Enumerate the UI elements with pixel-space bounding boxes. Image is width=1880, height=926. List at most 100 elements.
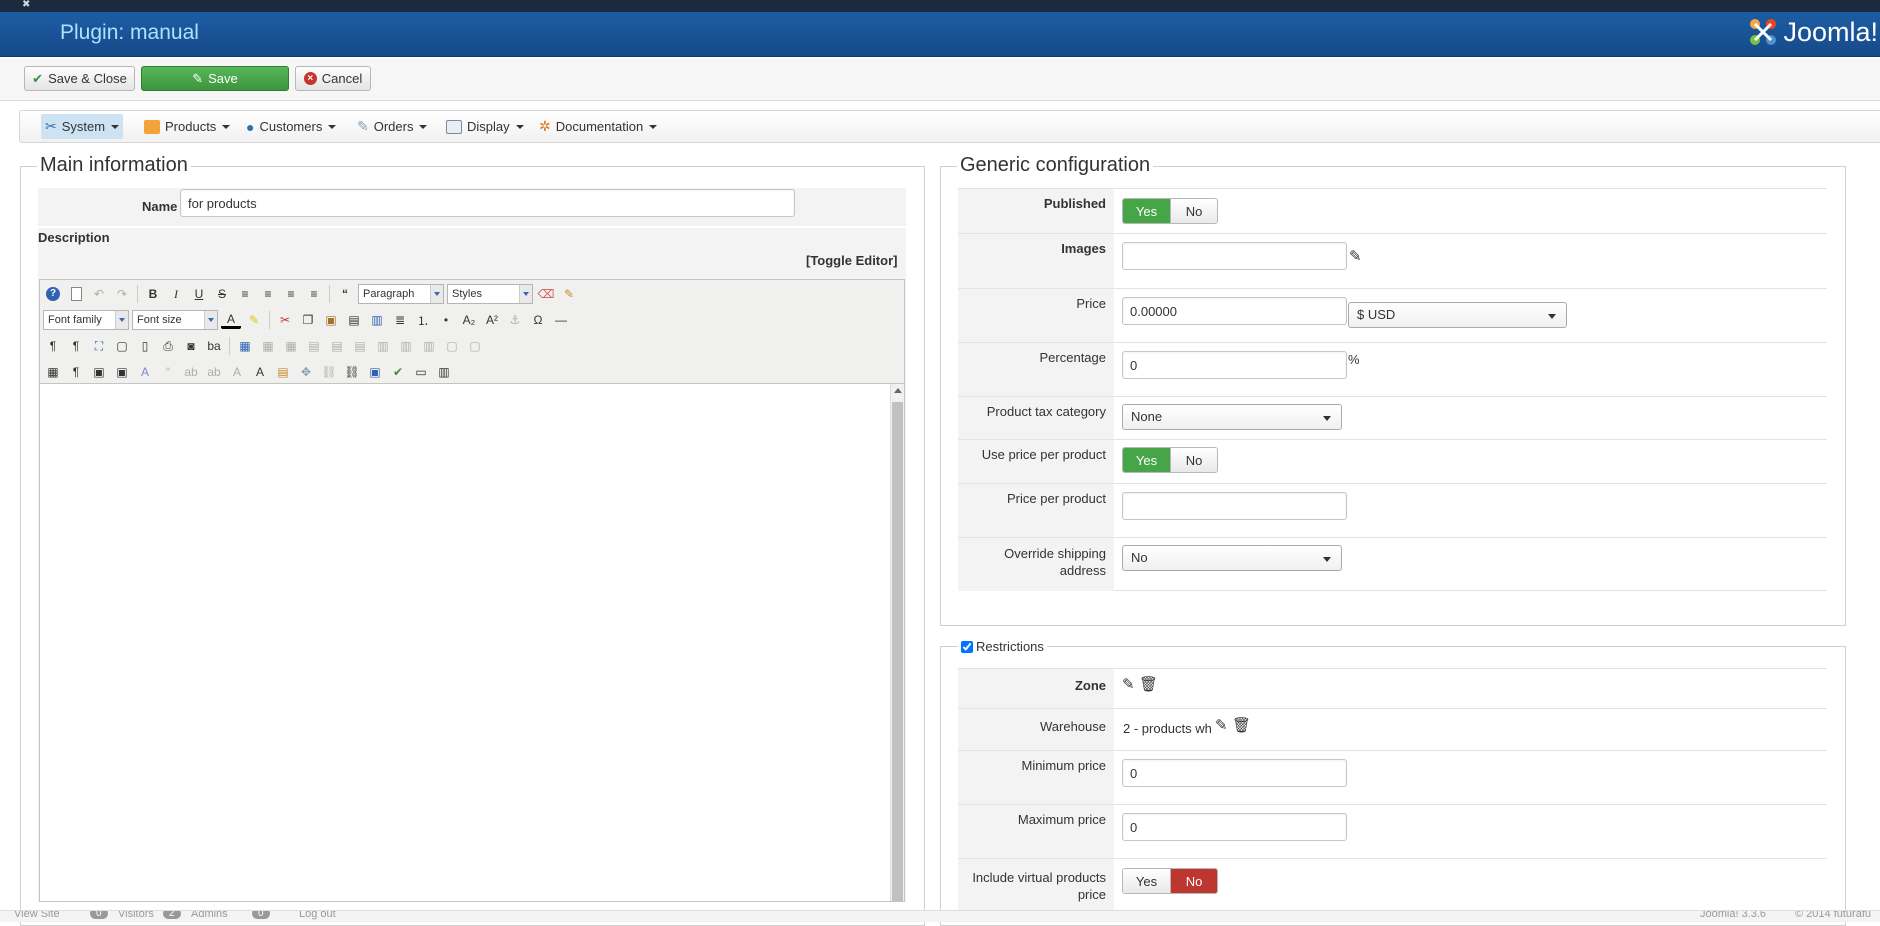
split-cells-icon[interactable]: ▢: [442, 336, 462, 356]
anchor-icon[interactable]: ⚓: [505, 310, 525, 330]
fullscreen-icon[interactable]: ⛶: [89, 336, 109, 356]
menu-products[interactable]: Products: [140, 114, 234, 139]
print-icon[interactable]: ⎙: [158, 336, 178, 356]
italic-icon[interactable]: I: [166, 284, 186, 304]
copy-icon[interactable]: ❐: [298, 310, 318, 330]
edit-pencil-icon[interactable]: ✎: [1349, 247, 1362, 265]
code-icon[interactable]: ▯: [135, 336, 155, 356]
override-shipping-select[interactable]: No: [1122, 545, 1342, 571]
include-virtual-yes-button[interactable]: Yes: [1123, 869, 1170, 893]
warehouse-trash-icon[interactable]: 🗑: [1232, 716, 1251, 734]
align-left-icon[interactable]: ≡: [281, 284, 301, 304]
tax-category-select[interactable]: None: [1122, 404, 1342, 430]
row-after-icon[interactable]: ▤: [327, 336, 347, 356]
format-select[interactable]: Paragraph: [358, 284, 444, 304]
visual-aid-icon[interactable]: ▦: [43, 362, 63, 382]
published-yes-button[interactable]: Yes: [1123, 199, 1170, 223]
acronym-icon[interactable]: ab: [204, 362, 224, 382]
menu-customers[interactable]: ● Customers: [242, 114, 340, 139]
special-character-icon[interactable]: Ω: [528, 310, 548, 330]
unlink-icon[interactable]: ⛓: [319, 362, 339, 382]
abbr-icon[interactable]: ab: [181, 362, 201, 382]
price-per-product-input[interactable]: [1122, 492, 1347, 520]
menu-orders[interactable]: ✎ Orders: [353, 114, 431, 139]
spellcheck-icon[interactable]: ✔: [388, 362, 408, 382]
bold-icon[interactable]: B: [143, 284, 163, 304]
cancel-button[interactable]: × Cancel: [295, 66, 371, 91]
highlight-color-icon[interactable]: ✎: [244, 310, 264, 330]
new-document-icon[interactable]: [66, 284, 86, 304]
eraser-icon[interactable]: ⌫: [536, 284, 556, 304]
font-size-select[interactable]: Font size: [132, 310, 218, 330]
price-input[interactable]: [1122, 297, 1347, 325]
toggle-editor-link[interactable]: [Toggle Editor]: [806, 253, 897, 268]
view-site-link[interactable]: View Site: [14, 911, 60, 920]
currency-select[interactable]: $ USD: [1348, 302, 1567, 328]
col-before-icon[interactable]: ▥: [373, 336, 393, 356]
include-virtual-no-button[interactable]: No: [1170, 869, 1217, 893]
zone-trash-icon[interactable]: 🗑: [1139, 675, 1158, 693]
row-before-icon[interactable]: ▤: [304, 336, 324, 356]
attributes-icon[interactable]: ▤: [273, 362, 293, 382]
zone-edit-pencil-icon[interactable]: ✎: [1122, 675, 1135, 693]
warehouse-edit-pencil-icon[interactable]: ✎: [1215, 716, 1228, 734]
subscript-icon[interactable]: A₂: [459, 310, 479, 330]
font-family-select[interactable]: Font family: [43, 310, 129, 330]
logout-link[interactable]: Log out: [299, 911, 336, 920]
merge-cells-icon[interactable]: ▢: [465, 336, 485, 356]
strikethrough-icon[interactable]: S: [212, 284, 232, 304]
image-icon[interactable]: ▣: [365, 362, 385, 382]
paste-icon[interactable]: ▣: [321, 310, 341, 330]
menu-display[interactable]: Display: [442, 114, 528, 139]
non-breaking-icon[interactable]: ✥: [296, 362, 316, 382]
restrictions-checkbox[interactable]: [961, 640, 973, 653]
save-close-button[interactable]: ✔ Save & Close: [24, 66, 135, 91]
underline-icon[interactable]: U: [189, 284, 209, 304]
menu-system[interactable]: ✂ System: [41, 114, 124, 139]
published-no-button[interactable]: No: [1170, 199, 1217, 223]
minimum-price-input[interactable]: [1122, 759, 1347, 787]
maximum-price-input[interactable]: [1122, 813, 1347, 841]
editor-scrollbar[interactable]: [890, 384, 904, 901]
delete-col-icon[interactable]: ▥: [419, 336, 439, 356]
align-right-icon[interactable]: ≡: [304, 284, 324, 304]
table-cell-props-icon[interactable]: ▦: [281, 336, 301, 356]
percentage-input[interactable]: [1122, 351, 1347, 379]
replace-icon[interactable]: ba: [204, 336, 224, 356]
name-input[interactable]: [180, 189, 795, 217]
ltr-icon[interactable]: ¶: [43, 336, 63, 356]
joomla-menu-icon[interactable]: ✖: [22, 0, 30, 10]
paste-word-icon[interactable]: ▥: [367, 310, 387, 330]
show-blocks-icon[interactable]: ¶: [66, 362, 86, 382]
insertion-icon[interactable]: A: [250, 362, 270, 382]
use-ppp-yes-button[interactable]: Yes: [1123, 448, 1170, 472]
menu-documentation[interactable]: ✲ Documentation: [535, 114, 661, 139]
insert-layer-icon[interactable]: ▣: [89, 362, 109, 382]
blockquote-icon[interactable]: “: [335, 284, 355, 304]
redo-icon[interactable]: ↷: [112, 284, 132, 304]
link-icon[interactable]: ⛓: [342, 362, 362, 382]
cite-icon[interactable]: “: [158, 362, 178, 382]
scrollbar-thumb[interactable]: [892, 402, 903, 901]
text-color-icon[interactable]: A: [221, 311, 241, 329]
bullet-list-icon[interactable]: •: [436, 310, 456, 330]
cleanup-icon[interactable]: ✎: [559, 284, 579, 304]
undo-icon[interactable]: ↶: [89, 284, 109, 304]
move-layer-icon[interactable]: ▣: [112, 362, 132, 382]
justify-icon[interactable]: ≡: [235, 284, 255, 304]
col-after-icon[interactable]: ▥: [396, 336, 416, 356]
superscript-icon[interactable]: A²: [482, 310, 502, 330]
cut-icon[interactable]: ✂: [275, 310, 295, 330]
preview-icon[interactable]: ▢: [112, 336, 132, 356]
images-input[interactable]: [1122, 242, 1347, 270]
numbered-list-icon[interactable]: ⒈: [413, 310, 433, 330]
styles-props-icon[interactable]: A: [135, 362, 155, 382]
deletion-icon[interactable]: A: [227, 362, 247, 382]
search-replace-icon[interactable]: ≣: [390, 310, 410, 330]
table-row-props-icon[interactable]: ▦: [258, 336, 278, 356]
insert-table-icon[interactable]: ▦: [235, 336, 255, 356]
horizontal-rule-icon[interactable]: —: [551, 310, 571, 330]
help-icon[interactable]: ?: [43, 284, 63, 304]
template-icon[interactable]: ▥: [434, 362, 454, 382]
pagebreak-icon[interactable]: ▭: [411, 362, 431, 382]
